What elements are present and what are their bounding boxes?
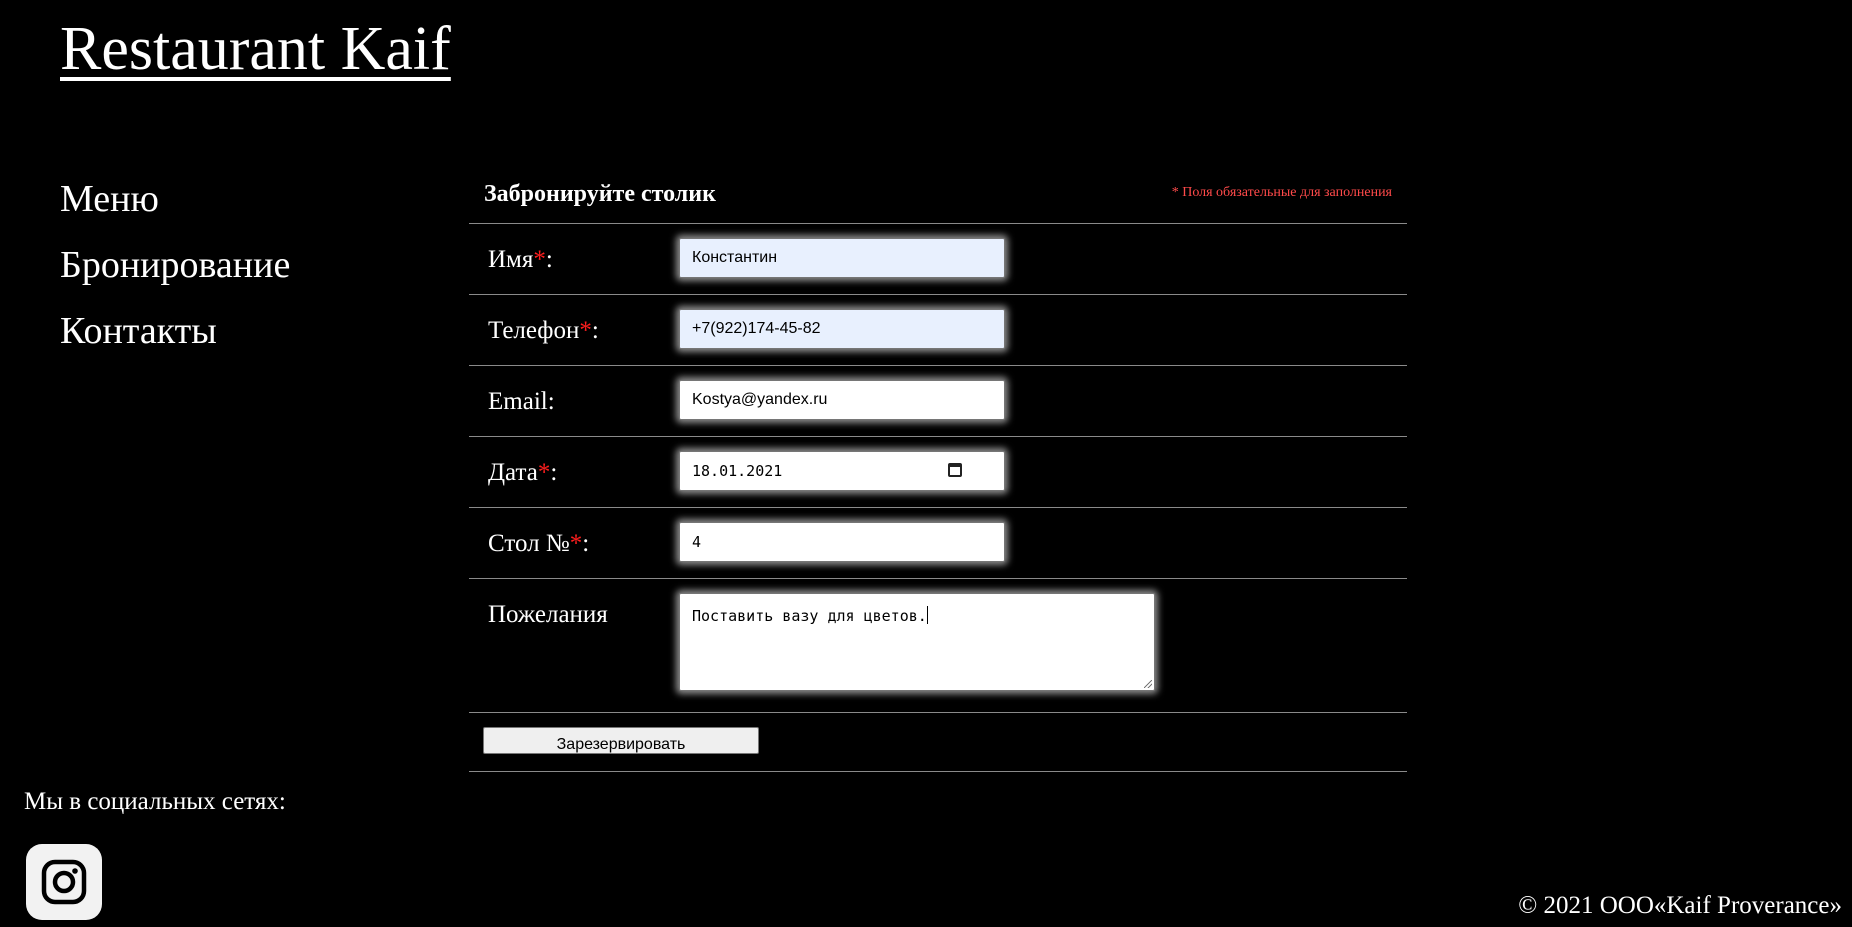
- form-title: Забронируйте столик: [484, 181, 716, 207]
- social-label: Мы в социальных сетях:: [24, 788, 286, 815]
- required-marker: *: [569, 530, 583, 557]
- nav-item-booking[interactable]: Бронирование: [60, 238, 290, 304]
- form-row-table: Стол №*: 4: [469, 508, 1407, 579]
- instagram-icon: [41, 859, 87, 905]
- form-row-email: Email: Kostya@yandex.ru: [469, 366, 1407, 437]
- page: Restaurant Kaif Меню Бронирование Контак…: [0, 0, 1852, 927]
- form-row-phone: Телефон*: +7(922)174-45-82: [469, 295, 1407, 366]
- instagram-link[interactable]: [26, 844, 102, 920]
- name-label: Имя*:: [488, 246, 553, 273]
- booking-form: Забронируйте столик * Поля обязательные …: [469, 175, 1407, 772]
- wishes-text: Поставить вазу для цветов.: [692, 607, 927, 625]
- phone-label: Телефон*:: [488, 317, 599, 344]
- required-fields-note: * Поля обязательные для заполнения: [1171, 185, 1392, 200]
- wishes-textarea[interactable]: Поставить вазу для цветов.: [679, 593, 1155, 691]
- required-marker: *: [537, 459, 551, 486]
- name-input[interactable]: Константин: [679, 238, 1005, 278]
- email-input[interactable]: Kostya@yandex.ru: [679, 380, 1005, 420]
- date-input[interactable]: 18.01.2021: [679, 451, 1005, 491]
- form-row-date: Дата*: 18.01.2021: [469, 437, 1407, 508]
- form-row-submit: Зарезервировать: [469, 713, 1407, 772]
- text-caret: [926, 606, 928, 624]
- resize-grip-icon[interactable]: [1144, 680, 1152, 688]
- form-row-name: Имя*: Константин: [469, 224, 1407, 295]
- reserve-button[interactable]: Зарезервировать: [483, 727, 759, 754]
- nav-item-menu[interactable]: Меню: [60, 172, 290, 238]
- calendar-icon[interactable]: [948, 463, 962, 477]
- required-marker: *: [579, 317, 592, 344]
- required-marker: *: [533, 246, 546, 273]
- date-label: Дата*:: [488, 459, 558, 486]
- table-number-input[interactable]: 4: [679, 522, 1005, 562]
- form-row-wishes: Пожелания Поставить вазу для цветов.: [469, 579, 1407, 713]
- main-nav: Меню Бронирование Контакты: [60, 172, 290, 370]
- wishes-label: Пожелания: [488, 601, 608, 628]
- copyright: © 2021 ООО«Kaif Proverance»: [1518, 892, 1842, 919]
- form-header: Забронируйте столик * Поля обязательные …: [469, 175, 1407, 224]
- email-label: Email:: [488, 388, 555, 415]
- site-title-link[interactable]: Restaurant Kaif: [60, 12, 451, 86]
- nav-item-contacts[interactable]: Контакты: [60, 304, 290, 370]
- date-value: 18.01.2021: [692, 462, 783, 480]
- table-label: Стол №*:: [488, 530, 590, 557]
- phone-input[interactable]: +7(922)174-45-82: [679, 309, 1005, 349]
